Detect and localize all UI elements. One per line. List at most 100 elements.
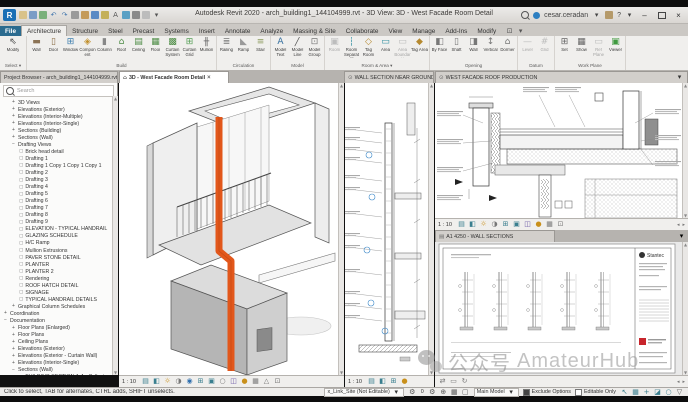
browser-item-signage[interactable]: ▢SIGNAGE [0,289,117,296]
ribbon-tab-steel[interactable]: Steel [103,26,128,36]
measure-icon[interactable] [81,11,89,19]
ribbon-tab-structure[interactable]: Structure [67,26,103,36]
tool-ceiling[interactable]: ▤Ceiling [130,37,147,62]
tool-by-face[interactable]: ◧By Face [431,37,448,62]
browser-item-floor-plans[interactable]: +Floor Plans [0,332,117,339]
detail-level-icon[interactable]: ▤ [367,377,376,386]
minimize-button[interactable]: – [638,10,651,21]
redo-icon[interactable]: ↷ [60,11,69,20]
sync-with-central-icon[interactable] [39,11,47,19]
select-underlay-icon[interactable]: ▦ [631,388,640,397]
drag-on-selection-icon[interactable]: ○ [664,388,673,397]
collapse-icon[interactable]: − [11,368,16,373]
tool-window[interactable]: ⊞Window [62,37,79,62]
filter-icon[interactable]: ▽ [675,388,684,397]
scroll-right-icon[interactable]: ▸ [682,222,685,228]
browser-item-elevations-exterior[interactable]: +Elevations (Exterior) [0,346,117,353]
browser-item-documentation[interactable]: −Documentation [0,317,117,324]
browser-item-floor-plans-enlarged[interactable]: +Floor Plans (Enlarged) [0,325,117,332]
browser-item-elevations-interior-multiple[interactable]: +Elevations (Interior-Multiple) [0,113,117,120]
scale-button[interactable]: 1 : 10 [122,379,136,385]
lock-3d-view-icon[interactable]: ○ [218,377,227,386]
tool-modify[interactable]: ⇖Modify [1,37,25,62]
expand-icon[interactable]: + [11,100,16,105]
ribbon-tab-annotate[interactable]: Annotate [220,26,256,36]
tool-area[interactable]: ▭Area [377,37,394,62]
browser-item-rendering[interactable]: ▢Rendering [0,275,117,282]
select-pinned-icon[interactable]: + [642,388,651,397]
browser-item-typical-handrail-details[interactable]: ▢TYPICAL HANDRAIL DETAILS [0,296,117,303]
expand-icon[interactable]: + [11,121,16,126]
tool-set[interactable]: ⊞Set [556,37,573,62]
roof-production-canvas[interactable] [435,83,688,218]
tab-wall-section[interactable]: ⊙ WALL SECTION NEAR GROUND D [344,71,434,83]
ribbon-tab-modify[interactable]: Modify [472,26,501,36]
browser-item-drafting-7[interactable]: ▢Drafting 7 [0,205,117,212]
tool-vertical[interactable]: ↕Vertical [482,37,499,62]
ribbon-tab-insert[interactable]: Insert [194,26,220,36]
close-button[interactable]: × [672,10,685,21]
close-icon[interactable]: × [207,75,211,81]
tool-component[interactable]: ◈Component [79,37,96,62]
tool-grid[interactable]: #Grid [536,37,553,62]
sheet-scrollbar[interactable]: ▲▼ [682,242,688,375]
app-store-icon[interactable] [605,11,613,19]
3d-view-canvas[interactable] [119,83,344,375]
open-icon[interactable] [19,11,27,19]
ribbon-tab-add-ins[interactable]: Add-Ins [440,26,472,36]
signed-in-user[interactable]: cesar.ceradan [544,12,588,19]
browser-item-planter-2[interactable]: ▢PLANTER 2 [0,268,117,275]
default-3d-view-icon[interactable] [122,11,130,19]
aligned-dimension-icon[interactable] [91,11,99,19]
detail-level-icon[interactable]: ▤ [141,377,150,386]
browser-item-drafting-6[interactable]: ▢Drafting 6 [0,198,117,205]
tool-wall[interactable]: ◨Wall [465,37,482,62]
tool-floor[interactable]: ▦Floor [147,37,164,62]
tool-mullion[interactable]: ╫Mullion [198,37,215,62]
browser-item-drafting-4[interactable]: ▢Drafting 4 [0,184,117,191]
qat-caret-icon[interactable]: ▾ [152,11,161,20]
visual-style-icon[interactable]: ◧ [152,377,161,386]
expand-icon[interactable]: + [11,333,16,338]
expand-icon[interactable]: + [11,128,16,133]
ribbon-tab-file[interactable]: File [0,26,21,36]
worksets-icon[interactable]: ⚙ [408,388,417,397]
shadows-icon[interactable]: ◑ [490,220,499,229]
save-icon[interactable] [29,11,37,19]
tool-show[interactable]: ▦Show [573,37,590,62]
browser-item-sections-building[interactable]: +Sections (Building) [0,127,117,134]
detail-level-icon[interactable]: ▤ [457,220,466,229]
sun-path-icon[interactable]: ☼ [163,377,172,386]
tool-door[interactable]: ▯Door [45,37,62,62]
tool-level[interactable]: —Level [519,37,536,62]
browser-item-3d-views[interactable]: +3D Views [0,99,117,106]
pan-icon[interactable]: ⇄ [438,377,447,386]
exclude-options-checkbox[interactable]: Exclude Options [523,389,571,396]
temporary-hide-isolate-icon[interactable]: ◫ [229,377,238,386]
tool-viewer[interactable]: ▣Viewer [607,37,624,62]
temporary-view-properties-icon[interactable]: ▦ [545,220,554,229]
expand-icon[interactable]: + [11,107,16,112]
crop-view-icon[interactable]: ⊞ [501,220,510,229]
restore-button[interactable] [655,10,668,21]
render-icon[interactable]: ◉ [185,377,194,386]
ribbon-tab-precast[interactable]: Precast [128,26,160,36]
browser-item-sections-wall[interactable]: −Sections (Wall) [0,367,117,374]
ribbon-tab-manage[interactable]: Manage [407,26,440,36]
expand-icon[interactable]: + [11,347,16,352]
browser-item-drafting-3[interactable]: ▢Drafting 3 [0,177,117,184]
workset-dropdown[interactable]: x_Link_Site (Not Editable) ▾ [324,388,403,397]
expand-icon[interactable]: + [11,361,16,366]
browser-item-graphical-column-schedules[interactable]: +Graphical Column Schedules [0,303,117,310]
select-by-face-icon[interactable]: ◪ [653,388,662,397]
tool-tag-room[interactable]: ◇Tag Room [360,37,377,62]
tool-wall[interactable]: ▬Wall [28,37,45,62]
scroll-left-icon[interactable]: ◂ [677,222,680,228]
browser-item-drafting-1-copy-1-copy-1-copy-1[interactable]: ▢Drafting 1 Copy 1 Copy 1 Copy 1 [0,162,117,169]
3d-view-scrollbar[interactable]: ▲▼ [338,83,344,375]
tool-tag-area[interactable]: ◆Tag Area [411,37,428,62]
tab-3d-view[interactable]: ⌂ 3D - West Facade Room Detail× [119,71,229,83]
tab-roof-production[interactable]: ⊙ WEST FACADE ROOF PRODUCTION ▾ [435,71,688,83]
ribbon-tab-analyze[interactable]: Analyze [255,26,288,36]
browser-item-ceiling-plans[interactable]: +Ceiling Plans [0,339,117,346]
